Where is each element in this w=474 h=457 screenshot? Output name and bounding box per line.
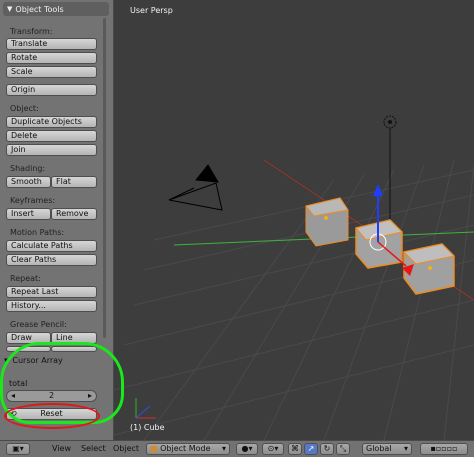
history-button[interactable]: History... [6, 300, 97, 312]
clear-paths-button[interactable]: Clear Paths [6, 254, 97, 266]
manipulator-icon: ⌘ [291, 444, 299, 453]
insert-keyframe-button[interactable]: Insert [6, 208, 51, 220]
shading-selector[interactable]: ●▾ [236, 443, 258, 455]
scale-icon: ⤡ [339, 444, 347, 453]
origin-button[interactable]: Origin [6, 84, 97, 96]
editor-type-button[interactable]: ▣▾ [6, 443, 30, 455]
orientation-selector[interactable]: Global ▾ [362, 443, 412, 455]
scale-manipulator-toggle[interactable]: ⤡ [336, 443, 350, 455]
object-tools-title: Object Tools [15, 4, 64, 14]
viewport-header: ▣▾ View Select Object ■ Object Mode ▾ ●▾… [0, 440, 474, 457]
pivot-icon: ⊙▾ [267, 444, 279, 453]
keyframes-label: Keyframes: [10, 196, 56, 205]
manipulator-toggle[interactable]: ⌘ [288, 443, 302, 455]
grease-pencil-label: Grease Pencil: [10, 320, 67, 329]
pivot-selector[interactable]: ⊙▾ [262, 443, 284, 455]
join-button[interactable]: Join [6, 144, 97, 156]
shading-solid-icon: ●▾ [241, 444, 253, 453]
axis-orientation-icon [135, 398, 156, 419]
scale-button[interactable]: Scale [6, 66, 97, 78]
flat-button[interactable]: Flat [51, 176, 97, 188]
object-menu[interactable]: Object [113, 444, 139, 453]
shading-label: Shading: [10, 164, 46, 173]
red-highlight-ring [4, 403, 100, 429]
cube-mode-icon: ■ [150, 444, 158, 453]
motion-paths-label: Motion Paths: [10, 228, 65, 237]
translate-manipulator-toggle[interactable]: ↗ [304, 443, 318, 455]
chevron-down-icon: ▾ [403, 444, 408, 453]
3d-viewport[interactable]: User Persp (1) Cube [114, 0, 474, 440]
transform-label: Transform: [10, 27, 53, 36]
remove-keyframe-button[interactable]: Remove [51, 208, 97, 220]
scene-drawing [114, 115, 474, 440]
orientation-label: Global [366, 444, 392, 453]
select-menu[interactable]: Select [81, 444, 106, 453]
rotate-icon: ↻ [323, 444, 331, 453]
active-object-label: (1) Cube [130, 423, 165, 432]
mode-label: Object Mode [160, 444, 211, 453]
layer-icon: ▪▫▫▫▫ [430, 444, 458, 453]
rotate-manipulator-toggle[interactable]: ↻ [320, 443, 334, 455]
repeat-label: Repeat: [10, 274, 41, 283]
floor-grid [114, 159, 474, 440]
calculate-paths-button[interactable]: Calculate Paths [6, 240, 97, 252]
repeat-last-button[interactable]: Repeat Last [6, 286, 97, 298]
collapse-triangle-icon: ▼ [7, 5, 13, 13]
editor-type-icon: ▣▾ [12, 444, 24, 453]
cube-left[interactable] [305, 197, 349, 247]
object-label: Object: [10, 104, 39, 113]
chevron-down-icon: ▾ [221, 444, 226, 453]
mode-selector[interactable]: ■ Object Mode ▾ [146, 443, 230, 455]
translate-button[interactable]: Translate [6, 38, 97, 50]
layer-buttons[interactable]: ▪▫▫▫▫ [420, 443, 468, 455]
object-tools-header[interactable]: ▼ Object Tools [3, 2, 109, 16]
camera-icon[interactable] [168, 164, 223, 211]
rotate-button[interactable]: Rotate [6, 52, 97, 64]
translate-icon: ↗ [307, 444, 315, 453]
view-menu[interactable]: View [52, 444, 71, 453]
delete-button[interactable]: Delete [6, 130, 97, 142]
smooth-button[interactable]: Smooth [6, 176, 51, 188]
shelf-scrollbar[interactable] [103, 18, 106, 338]
duplicate-objects-button[interactable]: Duplicate Objects [6, 116, 97, 128]
